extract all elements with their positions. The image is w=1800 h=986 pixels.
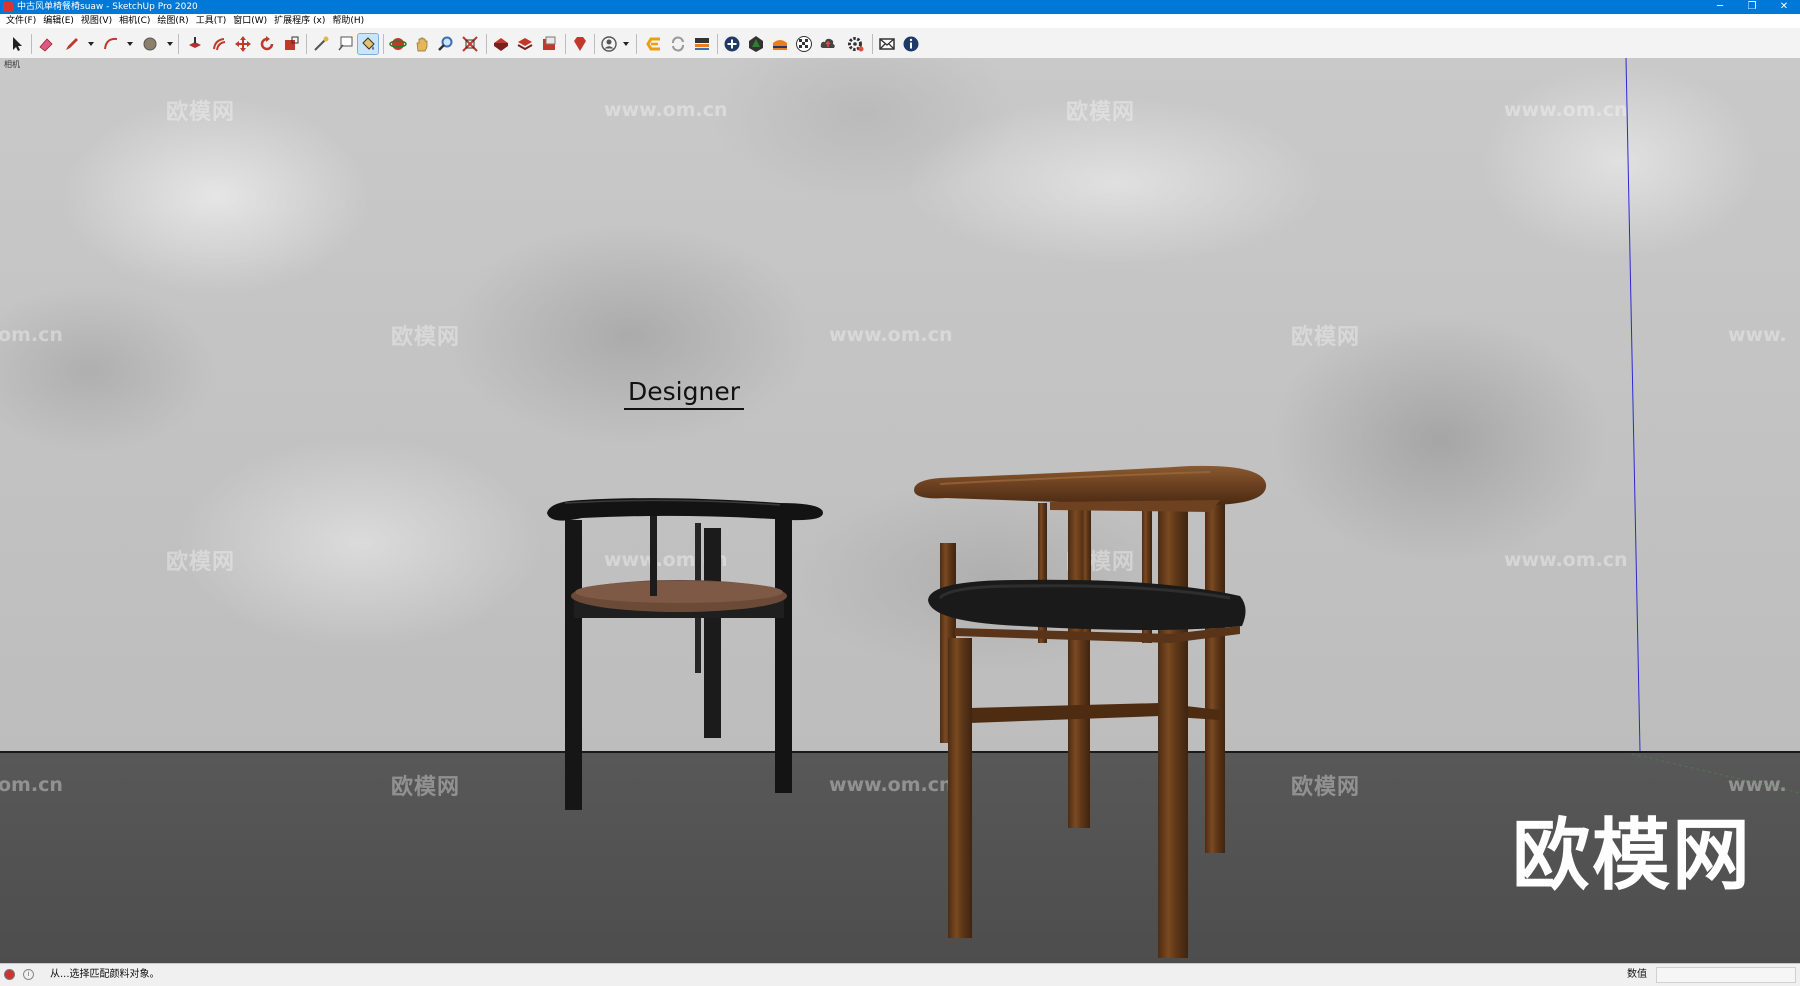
info-circle-icon[interactable]: i xyxy=(23,969,34,980)
designer-text-label[interactable]: Designer xyxy=(624,377,744,410)
sync-icon xyxy=(672,36,684,52)
zoom-extents-tool-button[interactable] xyxy=(459,33,481,55)
close-button[interactable]: ✕ xyxy=(1768,0,1800,14)
extension-warehouse-tool-button[interactable] xyxy=(538,33,560,55)
info-icon xyxy=(903,36,919,52)
status-bar: i 从...选择匹配颜料对象。 数值 xyxy=(0,963,1800,986)
paint-bucket-icon xyxy=(362,37,375,50)
render-icon xyxy=(695,38,709,50)
scale-tool-button[interactable] xyxy=(280,33,302,55)
pan-tool-button[interactable] xyxy=(411,33,433,55)
user-account-icon xyxy=(601,36,617,52)
rotate-icon xyxy=(260,36,274,51)
share-model-icon xyxy=(517,38,533,51)
mail-tool-button[interactable] xyxy=(876,33,898,55)
arc-icon xyxy=(104,37,118,50)
line-tool-button[interactable] xyxy=(61,33,83,55)
offset-icon xyxy=(213,38,226,51)
material-tool-button[interactable] xyxy=(769,33,791,55)
shapes-tool-button[interactable] xyxy=(139,33,161,55)
toolbar xyxy=(0,28,1800,59)
measurements-label: 数值 xyxy=(1627,969,1647,980)
restore-button[interactable]: ❐ xyxy=(1736,0,1768,14)
eraser-tool-button[interactable] xyxy=(35,33,57,55)
add-tool-button[interactable] xyxy=(721,33,743,55)
title-bar: 中古风单椅餐椅suaw - SketchUp Pro 2020 ─ ❐ ✕ xyxy=(0,0,1800,14)
share-model-tool-button[interactable] xyxy=(514,33,536,55)
ruby-icon xyxy=(574,37,586,51)
warehouse-icon xyxy=(494,38,508,51)
enscape-icon xyxy=(646,37,660,51)
cloud-tool-button[interactable] xyxy=(817,33,839,55)
render-tool-button[interactable] xyxy=(691,33,713,55)
cloud-upload-icon xyxy=(820,38,835,48)
window-controls: ─ ❐ ✕ xyxy=(1704,0,1800,14)
extension-warehouse-icon xyxy=(543,36,556,50)
menu-bar: 文件(F) 编辑(E) 视图(V) 相机(C) 绘图(R) 工具(T) 窗口(W… xyxy=(0,14,1800,28)
blue-axis-line xyxy=(1625,58,1641,752)
menu-edit[interactable]: 编辑(E) xyxy=(41,14,79,28)
tape-measure-tool-button[interactable] xyxy=(310,33,332,55)
menu-view[interactable]: 视图(V) xyxy=(79,14,117,28)
text-tool-button[interactable] xyxy=(334,33,356,55)
model-viewport[interactable]: 相机 欧模网 www.om.cn 欧模网 www.om.cn om.cn 欧模网… xyxy=(0,58,1800,963)
menu-help[interactable]: 帮助(H) xyxy=(330,14,369,28)
zoom-tool-button[interactable] xyxy=(435,33,457,55)
push-pull-icon xyxy=(189,37,201,48)
circle-icon xyxy=(143,37,157,51)
pencil-icon xyxy=(66,38,78,50)
enscape-tool-button[interactable] xyxy=(643,33,665,55)
offset-tool-button[interactable] xyxy=(208,33,230,55)
envelope-icon xyxy=(879,38,895,50)
magnifier-icon xyxy=(438,36,453,51)
eraser-icon xyxy=(39,38,53,52)
plus-circle-icon xyxy=(724,36,740,52)
text-icon xyxy=(338,36,353,51)
menu-tools[interactable]: 工具(T) xyxy=(194,14,232,28)
tape-measure-icon xyxy=(314,36,329,51)
status-message: 从...选择匹配颜料对象。 xyxy=(50,969,160,980)
arrow-cursor-icon xyxy=(13,37,22,51)
tree-tool-button[interactable] xyxy=(745,33,767,55)
hand-icon xyxy=(416,37,428,52)
checker-tool-button[interactable] xyxy=(793,33,815,55)
arc-tool-button[interactable] xyxy=(100,33,122,55)
move-icon xyxy=(235,36,251,52)
user-account-tool-button[interactable] xyxy=(598,33,620,55)
geo-location-icon[interactable] xyxy=(4,969,15,980)
rotate-tool-button[interactable] xyxy=(256,33,278,55)
menu-extensions[interactable]: 扩展程序 (x) xyxy=(272,14,330,28)
material-icon xyxy=(773,40,787,50)
minimize-button[interactable]: ─ xyxy=(1704,0,1736,14)
select-tool-button[interactable] xyxy=(6,33,28,55)
checker-icon xyxy=(796,36,812,52)
menu-window[interactable]: 窗口(W) xyxy=(231,14,272,28)
tree-icon xyxy=(749,36,763,52)
wooden-chair-model[interactable] xyxy=(910,448,1280,963)
ruby-tool-button[interactable] xyxy=(569,33,591,55)
watermark-brand-large: 欧模网 xyxy=(1512,811,1753,901)
measurements-input[interactable] xyxy=(1656,967,1796,983)
sketchup-logo-icon xyxy=(3,2,13,12)
scene-tab-label[interactable]: 相机 xyxy=(4,59,20,70)
settings-tool-button[interactable] xyxy=(845,33,867,55)
black-chair-model[interactable] xyxy=(540,483,830,883)
orbit-icon xyxy=(389,38,407,50)
zoom-extents-icon xyxy=(462,36,478,52)
warehouse-tool-button[interactable] xyxy=(490,33,512,55)
menu-draw[interactable]: 绘图(R) xyxy=(155,14,193,28)
sync-tool-button[interactable] xyxy=(667,33,689,55)
menu-camera[interactable]: 相机(C) xyxy=(117,14,155,28)
orbit-tool-button[interactable] xyxy=(387,33,409,55)
green-axis-line xyxy=(1631,753,1800,794)
menu-file[interactable]: 文件(F) xyxy=(4,14,41,28)
info-tool-button[interactable] xyxy=(900,33,922,55)
move-tool-button[interactable] xyxy=(232,33,254,55)
paint-bucket-tool-button[interactable] xyxy=(357,33,379,55)
scale-icon xyxy=(285,36,299,50)
window-title: 中古风单椅餐椅suaw - SketchUp Pro 2020 xyxy=(17,2,198,12)
gear-icon xyxy=(848,37,864,52)
push-pull-tool-button[interactable] xyxy=(184,33,206,55)
